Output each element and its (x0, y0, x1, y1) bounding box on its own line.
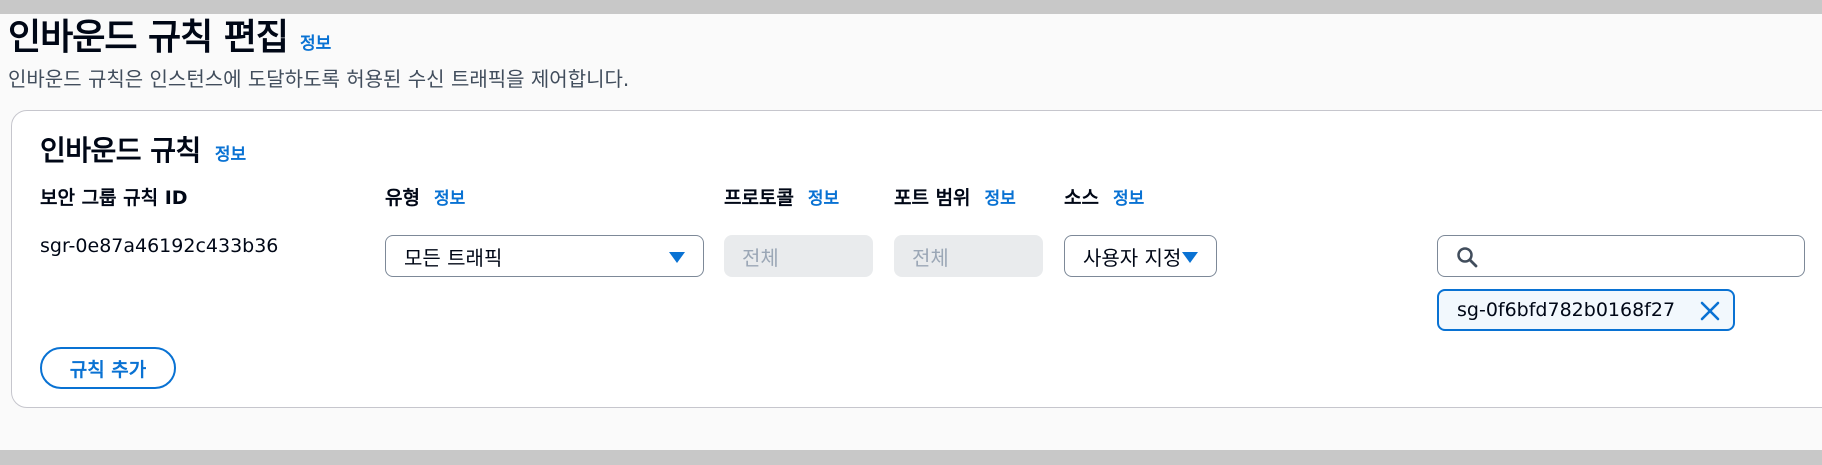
source-label: 소스 (1064, 187, 1099, 209)
source-type-value: 사용자 지정 (1083, 245, 1182, 270)
page-description: 인바운드 규칙은 인스턴스에 도달하도록 허용된 수신 트래픽을 제어합니다. (8, 67, 630, 91)
page: 인바운드 규칙 편집 정보 인바운드 규칙은 인스턴스에 도달하도록 허용된 수… (0, 14, 1822, 450)
inbound-rules-panel: 인바운드 규칙 정보 보안 그룹 규칙 ID 유형 정보 프로토콜 정보 포트 … (11, 110, 1822, 408)
port-range-field: 전체 (894, 235, 1043, 277)
rule-id-value: sgr-0e87a46192c433b36 (40, 235, 279, 257)
column-label-port-range: 포트 범위 정보 (894, 183, 1016, 210)
rule-id-label: 보안 그룹 규칙 ID (40, 187, 188, 209)
page-header: 인바운드 규칙 편집 정보 인바운드 규칙은 인스턴스에 도달하도록 허용된 수… (8, 16, 629, 92)
page-title: 인바운드 규칙 편집 (8, 17, 289, 58)
page-info-link[interactable]: 정보 (300, 29, 331, 54)
port-range-info-link[interactable]: 정보 (985, 184, 1016, 209)
caret-down-icon (1182, 252, 1198, 263)
close-icon[interactable] (1699, 300, 1721, 322)
add-rule-button[interactable]: 규칙 추가 (40, 347, 176, 389)
source-search-input[interactable] (1488, 236, 1788, 276)
panel-info-link[interactable]: 정보 (215, 140, 246, 165)
source-token-label: sg-0f6bfd782b0168f27 (1457, 299, 1676, 321)
column-label-source: 소스 정보 (1064, 183, 1144, 210)
source-token: sg-0f6bfd782b0168f27 (1437, 289, 1735, 331)
column-label-rule-id: 보안 그룹 규칙 ID (40, 183, 188, 210)
caret-down-icon (669, 252, 685, 263)
source-type-select[interactable]: 사용자 지정 (1064, 235, 1217, 277)
type-select[interactable]: 모든 트래픽 (385, 235, 704, 277)
panel-title-row: 인바운드 규칙 정보 (40, 129, 246, 169)
type-info-link[interactable]: 정보 (434, 184, 465, 209)
type-select-value: 모든 트래픽 (404, 245, 503, 270)
column-label-protocol: 프로토콜 정보 (724, 183, 839, 210)
protocol-field: 전체 (724, 235, 873, 277)
page-title-row: 인바운드 규칙 편집 정보 (8, 16, 629, 60)
port-range-label: 포트 범위 (894, 187, 971, 209)
port-range-value: 전체 (912, 245, 949, 270)
search-icon (1457, 247, 1478, 268)
panel-title: 인바운드 규칙 (40, 134, 201, 167)
protocol-info-link[interactable]: 정보 (808, 184, 839, 209)
type-label: 유형 (385, 187, 420, 209)
source-search-box (1437, 235, 1805, 277)
protocol-value: 전체 (742, 245, 779, 270)
column-label-type: 유형 정보 (385, 183, 465, 210)
protocol-label: 프로토콜 (724, 187, 794, 209)
source-info-link[interactable]: 정보 (1113, 184, 1144, 209)
